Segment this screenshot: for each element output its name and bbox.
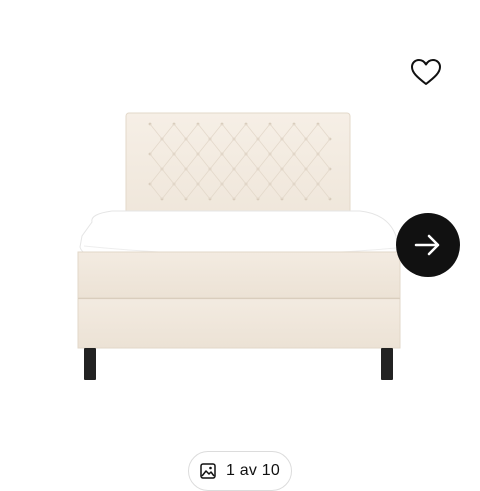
arrow-right-icon: [414, 234, 440, 256]
image-counter[interactable]: 1 av 10: [188, 451, 292, 491]
product-gallery: 1 av 10: [0, 0, 480, 491]
mattress: [79, 210, 399, 257]
heart-outline-icon: [411, 59, 441, 85]
gallery-image-icon: [200, 463, 216, 479]
next-image-button[interactable]: [396, 213, 460, 277]
headboard: [125, 112, 351, 222]
favorite-button[interactable]: [404, 52, 448, 92]
bed-legs: [84, 348, 393, 380]
bed-base: [77, 251, 401, 349]
image-counter-text: 1 av 10: [226, 462, 280, 479]
